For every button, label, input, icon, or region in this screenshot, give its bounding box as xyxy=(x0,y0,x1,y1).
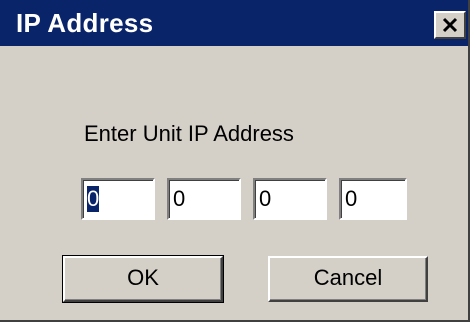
ok-button[interactable]: OK xyxy=(62,255,224,303)
ip-octet-4-input[interactable]: 0 xyxy=(339,178,407,220)
ip-octet-3-input[interactable]: 0 xyxy=(253,178,327,220)
ip-octet-3-value: 0 xyxy=(259,186,272,211)
close-button[interactable] xyxy=(434,11,466,39)
title-bar[interactable]: IP Address xyxy=(0,0,468,46)
close-icon xyxy=(442,17,458,33)
window-title: IP Address xyxy=(16,8,154,38)
ip-prompt-label: Enter Unit IP Address xyxy=(84,121,294,146)
cancel-button[interactable]: Cancel xyxy=(268,256,428,302)
ip-octet-2-value: 0 xyxy=(173,186,186,211)
ip-address-dialog: IP Address Enter Unit IP Address 0 0 0 0… xyxy=(0,0,470,322)
ip-octet-4-value: 0 xyxy=(345,186,358,211)
ip-octet-1-value: 0 xyxy=(87,186,100,212)
ip-octet-1-input[interactable]: 0 xyxy=(81,178,155,220)
ip-octet-2-input[interactable]: 0 xyxy=(167,178,241,220)
